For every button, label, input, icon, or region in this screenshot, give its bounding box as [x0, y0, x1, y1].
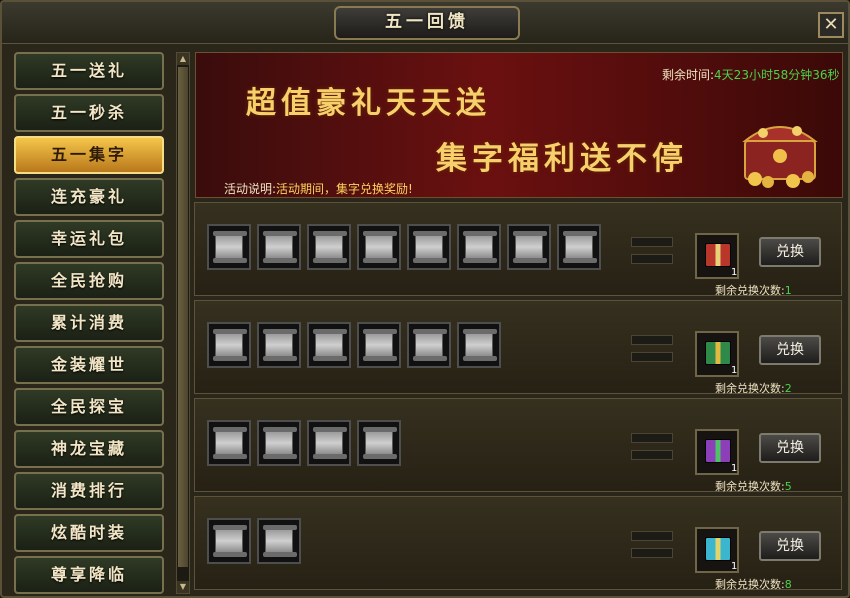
exchange-button[interactable]: 兑换 [759, 335, 821, 365]
sidebar-item-recharge[interactable]: 连充豪礼 [14, 178, 164, 216]
gift-box-icon: 1 [695, 331, 739, 377]
scroll-icon [307, 322, 351, 368]
arrow-bar [631, 548, 673, 558]
gift-count: 1 [731, 463, 738, 474]
remaining-label: 剩余兑换次数: [715, 480, 785, 493]
remaining-number: 8 [784, 578, 792, 591]
exchange-row: 1 兑换 剩余兑换次数:2 [194, 300, 842, 396]
remaining-label: 剩余兑换次数: [715, 284, 785, 297]
remaining-number: 5 [784, 480, 792, 493]
exchange-button[interactable]: 兑换 [759, 237, 821, 267]
remaining-number: 2 [784, 382, 792, 395]
scroll-icon [407, 322, 451, 368]
sidebar-item-lucky-pack[interactable]: 幸运礼包 [14, 220, 164, 258]
arrow-bar [631, 450, 673, 460]
countdown: 剩余时间:4天23小时58分钟36秒 [662, 66, 840, 83]
exchange-row: 1 兑换 剩余兑换次数:8 [194, 496, 842, 592]
banner-headline: 超值豪礼天天送 [246, 86, 491, 121]
scroll-icon [307, 420, 351, 466]
exchange-button[interactable]: 兑换 [759, 433, 821, 463]
remaining-count: 剩余兑换次数:2 [715, 380, 792, 396]
arrow-bar [631, 352, 673, 362]
description-label: 活动说明: [224, 182, 277, 196]
scroll-icon [457, 224, 501, 270]
close-icon[interactable]: ✕ [818, 12, 844, 38]
remaining-count: 剩余兑换次数:1 [715, 282, 792, 298]
scroll-icon [357, 420, 401, 466]
event-window: 五一回馈 ✕ 五一送礼 五一秒杀 五一集字 连充豪礼 幸运礼包 全民抢购 累计消… [0, 0, 850, 598]
arrow-bar [631, 254, 673, 264]
scroll-icon [207, 224, 251, 270]
remaining-count: 剩余兑换次数:5 [715, 478, 792, 494]
sidebar-item-spend-rank[interactable]: 消费排行 [14, 472, 164, 510]
scroll-icon [407, 224, 451, 270]
exchange-button[interactable]: 兑换 [759, 531, 821, 561]
arrow-bar [631, 531, 673, 541]
scroll-icon [557, 224, 601, 270]
scroll-icon [207, 420, 251, 466]
scroll-thumb[interactable] [178, 67, 188, 567]
event-sidebar: 五一送礼 五一秒杀 五一集字 连充豪礼 幸运礼包 全民抢购 累计消费 金装耀世 … [10, 46, 172, 594]
sidebar-item-gift[interactable]: 五一送礼 [14, 52, 164, 90]
gift-count: 1 [731, 365, 738, 376]
remaining-label: 剩余兑换次数: [715, 578, 785, 591]
sidebar-scrollbar[interactable]: ▲ ▼ [176, 52, 190, 594]
scroll-down-icon[interactable]: ▼ [177, 581, 189, 593]
banner-subheadline: 集字福利送不停 [436, 141, 688, 177]
scroll-icon [207, 322, 251, 368]
title-bar: 五一回馈 ✕ [2, 2, 848, 44]
treasure-chest-icon [742, 126, 818, 188]
scroll-icon [507, 224, 551, 270]
scroll-icon [207, 518, 251, 564]
sidebar-item-spend[interactable]: 累计消费 [14, 304, 164, 342]
sidebar-item-fashion[interactable]: 炫酷时装 [14, 514, 164, 552]
countdown-value: 4天23小时58分钟36秒 [714, 68, 840, 82]
gift-box-icon: 1 [695, 429, 739, 475]
gift-count: 1 [731, 267, 738, 278]
countdown-label: 剩余时间: [662, 68, 715, 82]
sidebar-item-panic-buy[interactable]: 全民抢购 [14, 262, 164, 300]
remaining-count: 剩余兑换次数:8 [715, 576, 792, 592]
arrow-bar [631, 237, 673, 247]
gift-box-icon: 1 [695, 233, 739, 279]
event-description: 活动说明:活动期间，集字兑换奖励! [224, 180, 413, 197]
scroll-icon [357, 322, 401, 368]
sidebar-item-dragon-treasure[interactable]: 神龙宝藏 [14, 430, 164, 468]
arrow-bar [631, 433, 673, 443]
scroll-up-icon[interactable]: ▲ [177, 53, 189, 65]
event-banner: 超值豪礼天天送 集字福利送不停 剩余时间:4天23小时58分钟36秒 活动说明:… [195, 52, 843, 198]
arrow-bar [631, 335, 673, 345]
description-text: 活动期间，集字兑换奖励! [276, 182, 413, 196]
exchange-row: 1 兑换 剩余兑换次数:5 [194, 398, 842, 494]
scroll-icon [257, 420, 301, 466]
sidebar-item-flash-sale[interactable]: 五一秒杀 [14, 94, 164, 132]
remaining-number: 1 [784, 284, 792, 297]
scroll-icon [257, 224, 301, 270]
gift-count: 1 [731, 561, 738, 572]
scroll-icon [257, 322, 301, 368]
scroll-icon [457, 322, 501, 368]
sidebar-item-collect-words[interactable]: 五一集字 [14, 136, 164, 174]
gift-box-icon: 1 [695, 527, 739, 573]
sidebar-item-gold-equip[interactable]: 金装耀世 [14, 346, 164, 384]
window-title: 五一回馈 [334, 6, 520, 40]
remaining-label: 剩余兑换次数: [715, 382, 785, 395]
scroll-icon [307, 224, 351, 270]
sidebar-item-vip[interactable]: 尊享降临 [14, 556, 164, 594]
exchange-row: 1 兑换 剩余兑换次数:1 [194, 202, 842, 298]
scroll-icon [357, 224, 401, 270]
scroll-icon [257, 518, 301, 564]
sidebar-item-treasure-hunt[interactable]: 全民探宝 [14, 388, 164, 426]
